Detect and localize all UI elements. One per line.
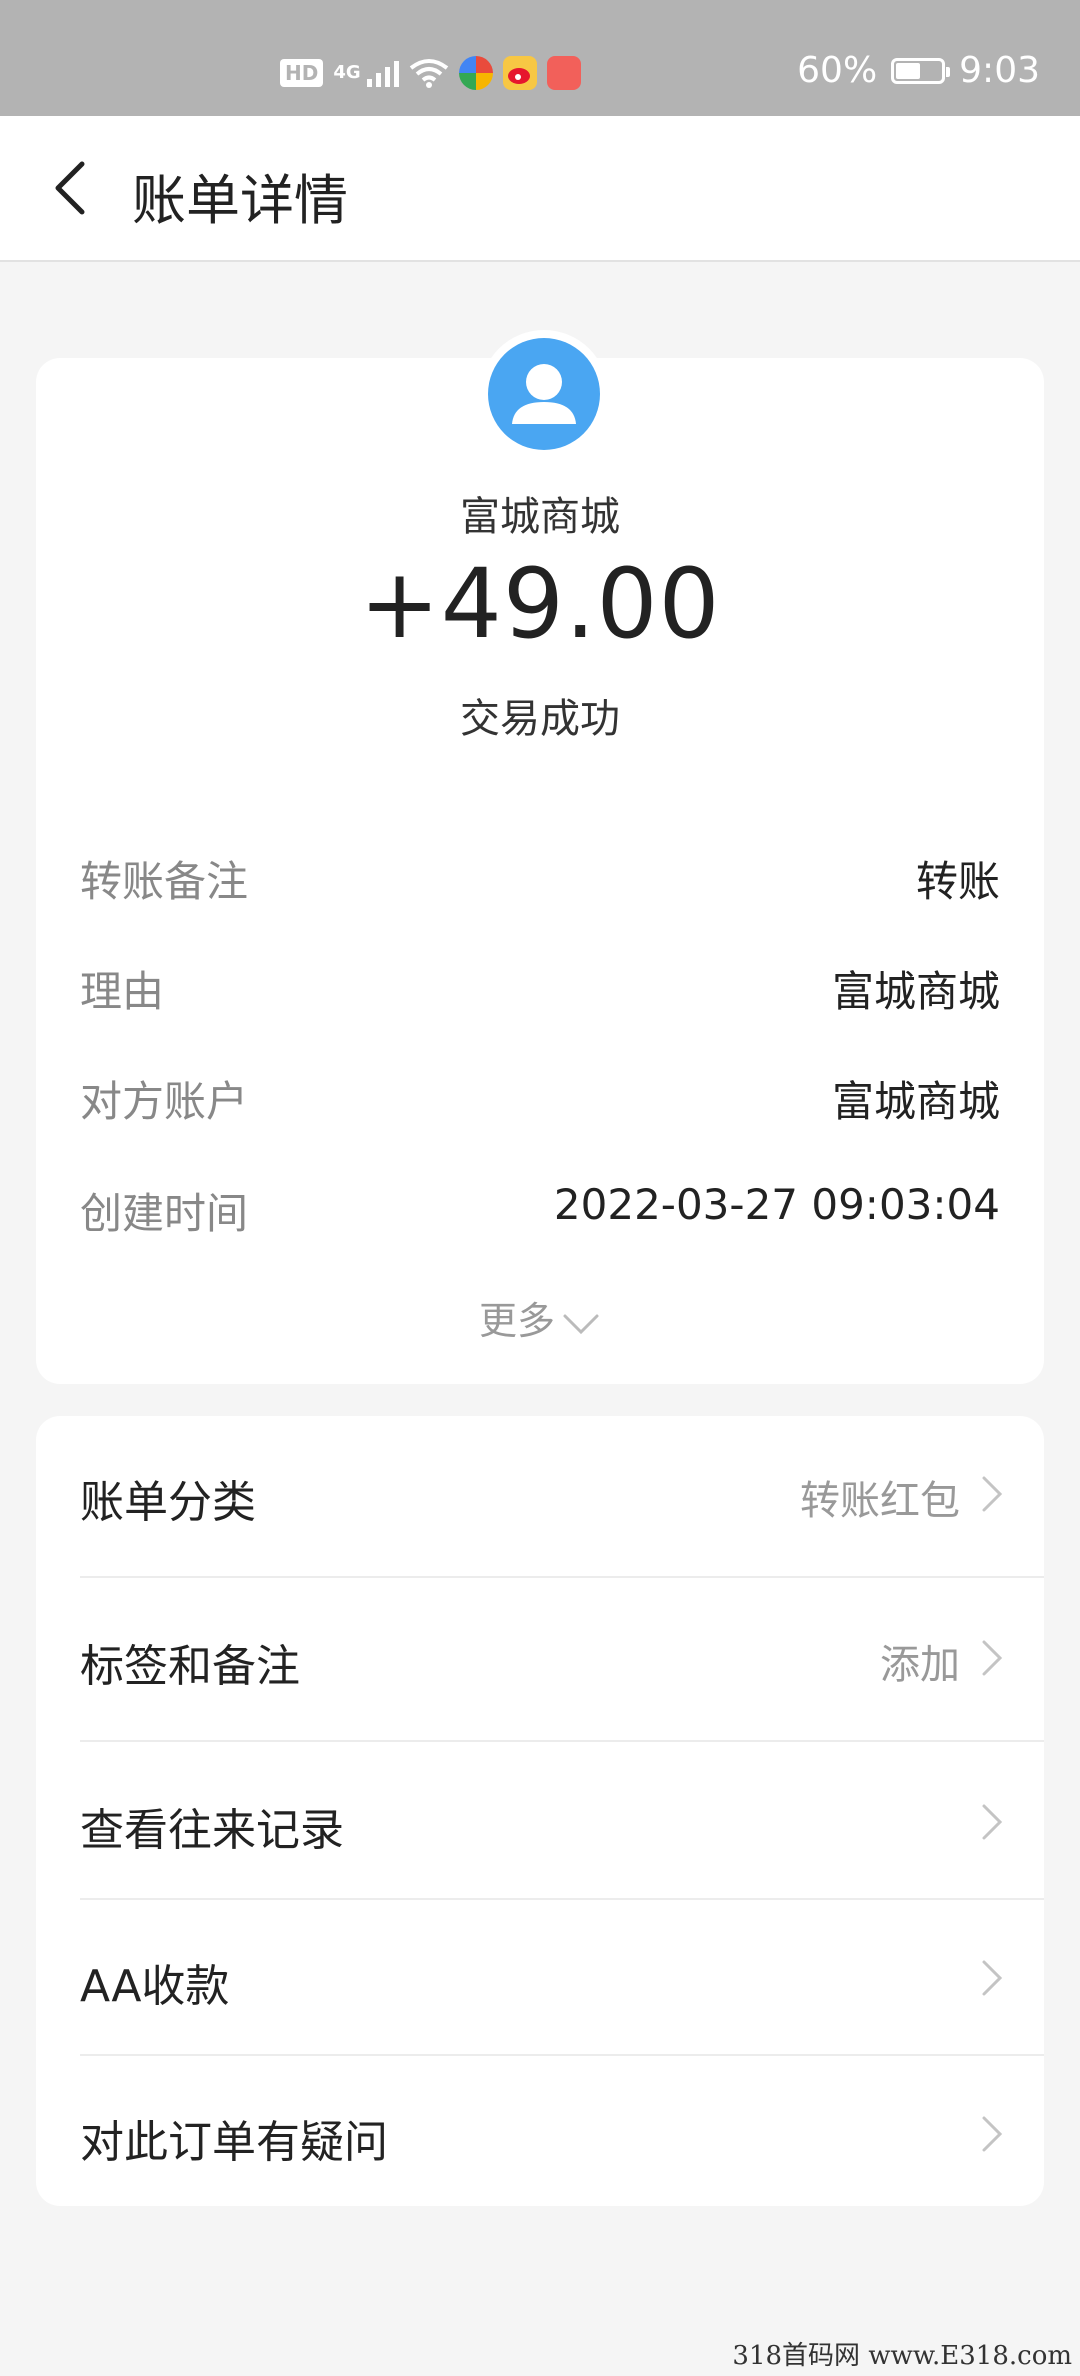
- status-right: 60% 9:03: [797, 50, 1040, 91]
- wifi-icon: [409, 59, 448, 88]
- item-value: 添加: [880, 1642, 960, 1688]
- more-label: 更多: [478, 1299, 555, 1343]
- detail-value: 富城商城: [831, 967, 1000, 1016]
- divider: [80, 1740, 1044, 1742]
- detail-row-created-time: 创建时间 2022-03-27 09:03:04: [80, 1180, 1000, 1240]
- item-label: 对此订单有疑问: [80, 2117, 388, 2168]
- item-label: 标签和备注: [80, 1641, 300, 1692]
- user-icon: [488, 338, 600, 450]
- transaction-card: 富城商城 +49.00 交易成功 转账备注 转账 理由 富城商城 对方账户 富城…: [36, 330, 1044, 1384]
- battery-percent: 60%: [797, 50, 878, 91]
- chevron-right-icon: [982, 2116, 1003, 2152]
- detail-label: 转账备注: [80, 857, 249, 906]
- list-item-bill-category[interactable]: 账单分类 转账红包: [80, 1416, 1044, 1572]
- clock: 9:03: [959, 50, 1040, 91]
- chevron-right-icon: [982, 1476, 1003, 1512]
- actions-card: 账单分类 转账红包 标签和备注 添加 查看往来记录 AA收款 对此订单有疑问: [36, 1416, 1044, 2206]
- detail-value: 转账: [915, 857, 1000, 906]
- list-item-aa-collect[interactable]: AA收款: [80, 1900, 1044, 2056]
- detail-row-reason: 理由 富城商城: [80, 958, 1000, 1018]
- network-type: 4G: [333, 62, 361, 83]
- watermark: 318首码网 www.E318.com: [732, 2341, 1072, 2371]
- transaction-amount: +49.00: [359, 548, 721, 660]
- item-label: AA收款: [80, 1961, 230, 2012]
- chevron-right-icon: [982, 1960, 1003, 1996]
- back-arrow-icon[interactable]: [44, 158, 104, 218]
- list-item-order-question[interactable]: 对此订单有疑问: [80, 2056, 1044, 2212]
- chevron-right-icon: [982, 1640, 1003, 1676]
- list-item-history[interactable]: 查看往来记录: [80, 1744, 1044, 1900]
- detail-label: 对方账户: [80, 1077, 249, 1126]
- transaction-status: 交易成功: [460, 696, 620, 742]
- signal-icon: [366, 59, 399, 87]
- battery-icon: [891, 57, 951, 84]
- list-item-tags-notes[interactable]: 标签和备注 添加: [80, 1580, 1044, 1736]
- status-bar: HD 4G 60% 9:03: [0, 0, 1080, 116]
- more-button[interactable]: 更多: [36, 1290, 1044, 1345]
- merchant-name: 富城商城: [460, 494, 620, 540]
- red-app-icon: [546, 56, 581, 90]
- item-label: 查看往来记录: [80, 1805, 344, 1856]
- multicolor-app-icon: [458, 56, 493, 90]
- detail-row-counterparty: 对方账户 富城商城: [80, 1068, 1000, 1128]
- detail-label: 创建时间: [80, 1189, 249, 1238]
- chevron-down-icon: [563, 1314, 599, 1334]
- status-icons: HD 4G: [280, 56, 581, 90]
- item-value: 转账红包: [800, 1478, 960, 1524]
- hd-badge: HD: [280, 59, 324, 87]
- item-label: 账单分类: [80, 1477, 256, 1528]
- top-bar: 账单详情: [0, 116, 1080, 262]
- detail-row-remark: 转账备注 转账: [80, 848, 1000, 908]
- detail-value: 2022-03-27 09:03:04: [553, 1180, 1000, 1229]
- weibo-icon: [502, 56, 537, 90]
- page-title: 账单详情: [132, 169, 348, 232]
- avatar[interactable]: [480, 330, 608, 458]
- battery-fill: [896, 62, 921, 79]
- detail-value: 富城商城: [831, 1077, 1000, 1126]
- detail-label: 理由: [80, 967, 165, 1016]
- divider: [80, 1576, 1044, 1578]
- chevron-right-icon: [982, 1804, 1003, 1840]
